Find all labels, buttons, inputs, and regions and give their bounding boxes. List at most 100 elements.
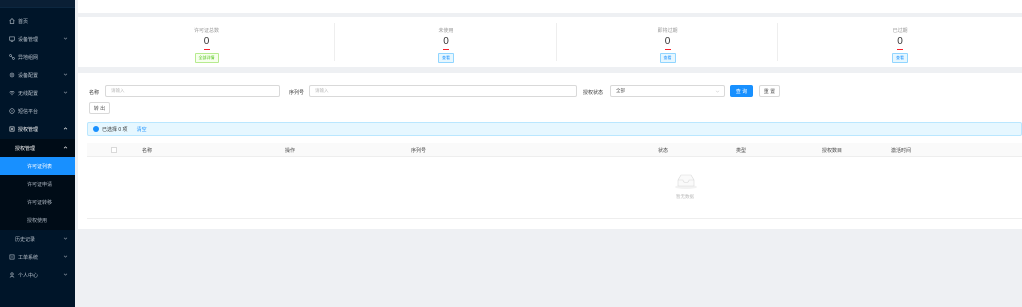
top-card (78, 0, 1022, 13)
chevron-down-icon (63, 273, 68, 276)
license-icon (8, 126, 15, 133)
sidebar-item-label: 无线配置 (18, 90, 39, 97)
stat-value: 0 (897, 36, 903, 47)
empty-box-icon (675, 174, 697, 189)
sidebar-item-home[interactable]: 首页 (0, 12, 75, 30)
chevron-down-icon (63, 73, 68, 76)
column-header: 序列号 (411, 148, 427, 154)
name-input[interactable]: 请输入 (105, 85, 280, 97)
message-icon (8, 108, 15, 115)
column-header: 名称 (142, 148, 153, 154)
monitor-icon (8, 36, 15, 43)
stat-underline (897, 49, 903, 50)
list-panel: 名称 请输入 序列号 请输入 授权状态 全部 查 询 重 置 转 出 已选择 0… (78, 73, 1022, 229)
chevron-down-icon (63, 37, 68, 40)
sidebar-item-device-management[interactable]: 设备管理 (0, 30, 75, 48)
sidebar-logo-bar (0, 0, 75, 8)
sidebar-item-personal-center[interactable]: 个人中心 (0, 266, 75, 284)
sidebar-item-wireless-config[interactable]: 无线配置 (0, 84, 75, 102)
table-empty-state: 暂无数据 (87, 157, 1022, 219)
stat-tag[interactable]: 全部详情 (194, 53, 219, 63)
sidebar-item-device-config[interactable]: 设备配置 (0, 66, 75, 84)
sidebar-item-sms-platform[interactable]: 短信平台 (0, 102, 75, 120)
column-header: 操作 (285, 148, 296, 154)
stat-underline (443, 49, 449, 50)
stat-expired: 已过期 0 查看 (778, 17, 1022, 67)
sidebar-item-label: 个人中心 (18, 272, 39, 279)
sidebar-item-label: 异地组网 (18, 54, 39, 61)
sidebar-item-label: 短信平台 (18, 108, 39, 115)
clear-selection-link[interactable]: 清空 (137, 126, 147, 133)
stat-label: 许可证总数 (193, 28, 219, 34)
stat-tag[interactable]: 查看 (438, 53, 454, 63)
wifi-icon (8, 90, 15, 97)
stat-unused: 未使用 0 查看 (335, 17, 557, 67)
info-icon (93, 126, 99, 132)
sidebar-item-remote-network[interactable]: 异地组网 (0, 48, 75, 66)
search-button[interactable]: 查 询 (730, 85, 753, 97)
column-header: 状态 (658, 148, 669, 154)
name-label: 名称 (89, 90, 100, 96)
stat-label: 未使用 (438, 28, 454, 34)
stat-tag[interactable]: 查看 (892, 53, 908, 63)
stat-expiring: 即将过期 0 查看 (557, 17, 778, 67)
stat-value: 0 (203, 36, 210, 47)
sidebar-item-history[interactable]: 历史记录 (0, 230, 75, 248)
select-all-checkbox[interactable] (111, 147, 117, 153)
chevron-down-icon (63, 255, 68, 258)
column-header: 授权数目 (822, 148, 843, 154)
sidebar-item-label: 授权管理 (18, 126, 39, 133)
column-header: 激活时间 (891, 148, 912, 154)
transfer-out-button[interactable]: 转 出 (89, 102, 110, 114)
serial-input[interactable]: 请输入 (309, 85, 577, 97)
stat-value: 0 (443, 36, 449, 47)
sidebar-item-license-apply[interactable]: 许可证申请 (0, 175, 75, 193)
sidebar-item-label: 设备管理 (18, 36, 39, 43)
empty-text: 暂无数据 (676, 194, 694, 199)
ticket-icon (8, 254, 15, 261)
sidebar-item-label: 首页 (18, 18, 29, 25)
main-content: 许可证总数 0 全部详情 未使用 0 查看 即将过期 0 查看 已过期 0 查看 (75, 0, 1022, 307)
user-icon (8, 272, 15, 279)
status-select-value: 全部 (616, 88, 625, 93)
sidebar-item-label: 工单系统 (18, 254, 39, 261)
stat-total: 许可证总数 0 全部详情 (78, 17, 335, 67)
selected-count-text: 已选择 0 项 (102, 126, 128, 133)
stat-underline (664, 49, 671, 50)
chevron-down-icon (63, 91, 68, 94)
column-header: 类型 (736, 148, 747, 154)
table-header: 名称 操作 序列号 状态 类型 授权数目 激活时间 (87, 143, 1022, 157)
gear-icon (8, 72, 15, 79)
reset-button[interactable]: 重 置 (759, 85, 780, 97)
sidebar-item-label: 历史记录 (15, 236, 36, 243)
sidebar-item-label: 许可证申请 (27, 181, 53, 188)
chevron-up-icon (63, 127, 68, 130)
status-select[interactable]: 全部 (610, 85, 725, 97)
chevron-up-icon (63, 146, 68, 149)
sidebar-item-license-list[interactable]: 许可证列表 (0, 157, 75, 175)
stat-underline (203, 49, 210, 50)
sidebar-item-label: 授权管理 (15, 145, 36, 152)
sidebar: 首页 设备管理 异地组网 设备配置 无线配置 短信平台 授权管理 授权管理 许可… (0, 0, 75, 307)
sidebar-item-label: 授权使用 (27, 217, 48, 224)
sidebar-item-label: 设备配置 (18, 72, 39, 79)
sidebar-item-label: 许可证列表 (27, 163, 53, 170)
stat-label: 已过期 (892, 28, 908, 34)
stat-value: 0 (664, 36, 671, 47)
sidebar-item-license-usage[interactable]: 授权使用 (0, 211, 75, 229)
stat-tag[interactable]: 查看 (659, 53, 676, 63)
stat-label: 即将过期 (657, 28, 678, 34)
sidebar-item-license-transfer[interactable]: 许可证转移 (0, 193, 75, 211)
sidebar-item-ticket-system[interactable]: 工单系统 (0, 248, 75, 266)
network-icon (8, 54, 15, 61)
selection-alert: 已选择 0 项 清空 (87, 122, 1022, 136)
home-icon (8, 18, 15, 25)
sidebar-item-license-management[interactable]: 授权管理 (0, 120, 75, 138)
serial-label: 序列号 (289, 90, 305, 96)
chevron-down-icon (63, 237, 68, 240)
chevron-down-icon (715, 90, 720, 93)
status-label: 授权状态 (583, 90, 604, 96)
stats-card: 许可证总数 0 全部详情 未使用 0 查看 即将过期 0 查看 已过期 0 查看 (78, 17, 1022, 67)
sidebar-subgroup-license-management[interactable]: 授权管理 (0, 139, 75, 157)
sidebar-item-label: 许可证转移 (27, 199, 53, 206)
